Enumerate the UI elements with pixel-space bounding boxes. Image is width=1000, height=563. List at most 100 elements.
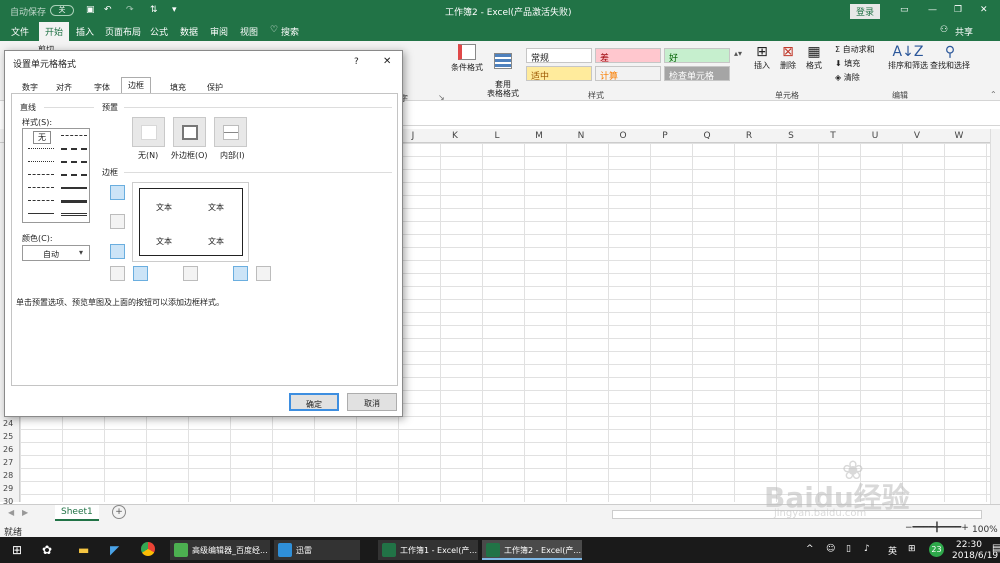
delete-cells-button[interactable]: ⊠ 删除 [776,44,800,71]
row-header[interactable]: 24 [3,419,13,428]
border-left-button[interactable] [133,266,148,281]
sheet-tab-sheet1[interactable]: Sheet1 [55,505,99,521]
vertical-scrollbar[interactable] [990,129,1000,504]
tab-protection[interactable]: 保护 [200,79,230,94]
start-icon[interactable]: ⊞ [12,543,22,557]
taskbar-item-xunlei[interactable]: 迅雷 [274,540,360,560]
border-top-button[interactable] [110,185,125,200]
row-header[interactable]: 26 [3,445,13,454]
minimize-icon[interactable]: — [928,5,937,15]
taskbar-item-editor[interactable]: 高级编辑器_百度经... [170,540,270,560]
line-style-option[interactable] [28,174,54,175]
column-header[interactable]: S [770,131,812,141]
border-diagonal-up-button[interactable] [110,266,125,281]
network-icon[interactable]: ▯ [846,544,851,554]
column-header[interactable]: V [896,131,938,141]
conditional-format-button[interactable]: 条件格式 [448,44,486,73]
border-middle-h-button[interactable] [110,214,125,229]
line-style-list[interactable]: 无 [22,128,90,223]
login-button[interactable]: 登录 [850,4,881,19]
row-header[interactable]: 27 [3,458,13,467]
tab-home[interactable]: 开始 [39,22,70,41]
column-header[interactable]: Q [686,131,728,141]
share-icon[interactable]: ⚇ [940,25,948,35]
line-style-option[interactable] [28,148,54,149]
close-window-icon[interactable]: ✕ [980,5,988,15]
chrome-icon[interactable] [141,542,155,556]
style-check-cell[interactable]: 检查单元格 [664,66,730,82]
find-select-button[interactable]: ⚲ 查找和选择 [930,44,970,71]
border-preview[interactable]: 文本 文本 文本 文本 [132,182,249,262]
tray-chevron-icon[interactable]: ^ [806,544,814,554]
tab-insert[interactable]: 插入 [76,25,94,38]
column-header[interactable]: L [476,131,518,141]
format-cells-button[interactable]: ▦ 格式 [802,44,826,71]
action-center-icon[interactable]: ▤ [992,543,1000,554]
preset-inside-button[interactable] [214,117,247,147]
line-style-option[interactable] [61,200,87,203]
sort-filter-button[interactable]: A↓Z 排序和筛选 [886,44,930,71]
task-view-icon[interactable]: ✿ [42,543,52,557]
style-normal[interactable]: 常规 [526,48,592,64]
customize-icon[interactable]: ▾ [172,5,177,15]
column-header[interactable]: T [812,131,854,141]
line-style-option[interactable] [61,135,87,136]
fill-button[interactable]: ⬇ 填充 [835,58,860,69]
collapse-ribbon-icon[interactable]: ⌃ [990,90,997,99]
row-header[interactable]: 29 [3,484,13,493]
line-style-option[interactable] [61,174,87,176]
column-header[interactable]: N [560,131,602,141]
tab-alignment[interactable]: 对齐 [49,79,79,94]
line-style-option[interactable] [28,161,54,162]
tab-file[interactable]: 文件 [11,25,29,38]
autosum-button[interactable]: Σ 自动求和 [835,44,875,55]
color-dropdown[interactable]: 自动 ▾ [22,245,90,261]
tab-data[interactable]: 数据 [180,25,198,38]
line-style-option[interactable] [28,213,54,214]
column-header[interactable]: P [644,131,686,141]
tab-border[interactable]: 边框 [121,77,151,94]
share-label[interactable]: 共享 [955,25,973,38]
media-icon[interactable]: ◤ [110,543,119,557]
preset-outline-button[interactable] [173,117,206,147]
style-neutral[interactable]: 适中 [526,66,592,82]
clear-button[interactable]: ◈ 清除 [835,72,860,83]
tab-font[interactable]: 字体 [87,79,117,94]
sheet-scroll-right-icon[interactable]: ▶ [22,508,28,517]
taskbar-item-workbook2[interactable]: 工作簿2 - Excel(产... [482,540,582,560]
line-style-option[interactable] [61,187,87,189]
add-sheet-button[interactable]: + [112,505,126,519]
taskbar-item-workbook1[interactable]: 工作簿1 - Excel(产... [378,540,478,560]
help-button[interactable]: ? [354,57,359,67]
style-good[interactable]: 好 [664,48,730,64]
close-dialog-button[interactable]: ✕ [383,56,391,67]
line-style-option[interactable] [28,200,54,201]
column-header[interactable]: R [728,131,770,141]
ime-mode-icon[interactable]: ⊞ [908,544,916,554]
autosave-toggle[interactable]: 关 [50,5,74,16]
maximize-icon[interactable]: ❐ [954,5,962,15]
column-header[interactable]: M [518,131,560,141]
ok-button[interactable]: 确定 [289,393,339,411]
volume-icon[interactable]: ♪ [864,544,870,554]
line-style-option[interactable] [61,148,87,150]
undo-icon[interactable]: ↶ [104,5,112,15]
tab-view[interactable]: 视图 [240,25,258,38]
border-bottom-button[interactable] [110,244,125,259]
styles-scroll-icon[interactable]: ▴▾ [734,49,742,58]
preset-none-button[interactable] [132,117,165,147]
zoom-slider[interactable]: −━━━━╋━━━━+ [905,523,969,533]
table-format-button[interactable]: 套用 表格格式 [484,44,522,98]
ime-indicator[interactable]: 英 [888,544,897,557]
border-right-button[interactable] [233,266,248,281]
formula-bar[interactable] [398,106,1000,126]
line-style-option[interactable] [61,213,87,216]
tray-emoji-icon[interactable]: ☺ [826,544,835,554]
style-bad[interactable]: 差 [595,48,661,64]
zoom-level[interactable]: 100% [972,525,998,535]
ribbon-display-icon[interactable]: ▭ [900,5,909,15]
tab-formulas[interactable]: 公式 [150,25,168,38]
file-explorer-icon[interactable]: ▬ [78,543,89,557]
column-header[interactable]: W [938,131,980,141]
row-header[interactable]: 25 [3,432,13,441]
